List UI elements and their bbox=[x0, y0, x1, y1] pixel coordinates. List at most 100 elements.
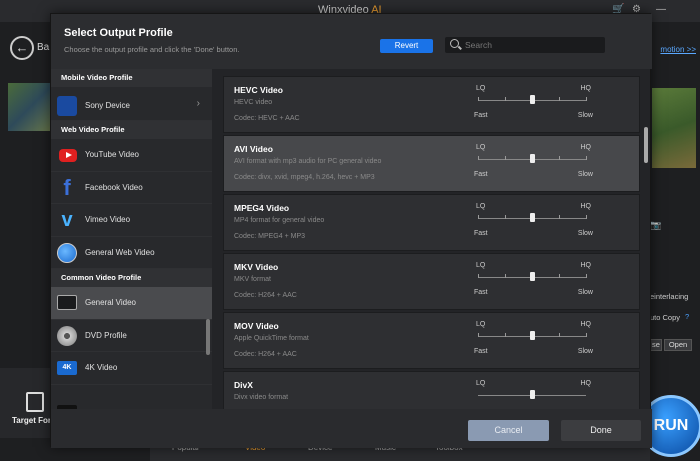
slider-tick bbox=[478, 274, 479, 278]
quality-speed-slider[interactable]: LQ HQ Fast Slow bbox=[474, 262, 593, 302]
hq-label: HQ bbox=[580, 321, 592, 328]
dialog-header: Select Output Profile Choose the output … bbox=[51, 14, 652, 69]
section-header-common: Common Video Profile bbox=[51, 269, 212, 287]
lq-label: LQ bbox=[476, 262, 486, 269]
slider-tick bbox=[586, 333, 587, 337]
profile-name: HEVC Video bbox=[234, 85, 283, 95]
hq-label: HQ bbox=[580, 380, 592, 387]
sidebar-item-general-video[interactable]: General Video bbox=[51, 287, 212, 320]
monitor-icon bbox=[57, 295, 77, 310]
slider-tick bbox=[586, 156, 587, 160]
profile-row[interactable]: MOV Video Apple QuickTime format Codec: H2… bbox=[223, 312, 640, 369]
slow-label: Slow bbox=[577, 230, 593, 237]
sidebar-item-general-web[interactable]: General Web Video bbox=[51, 237, 212, 269]
playstation-icon bbox=[57, 96, 77, 116]
quality-speed-slider[interactable]: LQ HQ bbox=[476, 380, 591, 409]
vimeo-icon: v bbox=[61, 209, 73, 231]
section-header-web: Web Video Profile bbox=[51, 121, 212, 139]
lq-label: LQ bbox=[476, 380, 486, 387]
back-arrow-icon[interactable]: ← bbox=[10, 36, 34, 60]
help-icon[interactable]: ? bbox=[685, 312, 689, 321]
hq-label: HQ bbox=[580, 203, 592, 210]
dialog-subtitle: Choose the output profile and click the … bbox=[64, 45, 240, 54]
sidebar-item-sony-device[interactable]: Sony Device › bbox=[51, 87, 212, 121]
profile-codec: Codec: MPEG4 + MP3 bbox=[234, 233, 306, 240]
slider-knob[interactable] bbox=[529, 272, 535, 281]
profile-row[interactable]: HEVC Video HEVC video Codec: HEVC + AAC LQ H… bbox=[223, 76, 640, 133]
slider-knob[interactable] bbox=[529, 95, 535, 104]
slider-tick bbox=[505, 274, 506, 278]
hq-label: HQ bbox=[580, 144, 592, 151]
lq-label: LQ bbox=[476, 85, 486, 92]
fast-label: Fast bbox=[474, 289, 488, 296]
video-thumbnail-left bbox=[8, 83, 53, 131]
slider-knob[interactable] bbox=[529, 331, 535, 340]
slider-knob[interactable] bbox=[529, 390, 535, 399]
dialog-title: Select Output Profile bbox=[64, 27, 173, 39]
profile-row[interactable]: AVI Video AVI format with mp3 audio for P… bbox=[223, 135, 640, 192]
globe-icon bbox=[57, 242, 77, 263]
profile-description: MP4 format for general video bbox=[234, 217, 325, 224]
open-button[interactable]: Open bbox=[664, 339, 692, 351]
chevron-right-icon: › bbox=[196, 98, 200, 109]
lq-label: LQ bbox=[476, 321, 486, 328]
slider-tick bbox=[559, 156, 560, 160]
auto-copy-label: uto Copy bbox=[650, 313, 681, 322]
slow-label: Slow bbox=[577, 112, 593, 119]
slider-tick bbox=[559, 274, 560, 278]
camera-icon[interactable]: 📷 bbox=[650, 220, 661, 231]
profile-codec: Codec: H264 + AAC bbox=[234, 351, 297, 358]
profile-name: DivX bbox=[234, 380, 253, 390]
youtube-icon bbox=[59, 149, 77, 162]
sidebar-item-dvd[interactable]: DVD Profile bbox=[51, 320, 212, 352]
dialog-footer: Cancel Done bbox=[51, 409, 652, 448]
quality-speed-slider[interactable]: LQ HQ Fast Slow bbox=[474, 321, 593, 361]
sidebar-scrollbar[interactable] bbox=[206, 319, 210, 355]
search-icon bbox=[450, 39, 459, 48]
quality-speed-slider[interactable]: LQ HQ Fast Slow bbox=[474, 203, 593, 243]
hq-label: HQ bbox=[580, 262, 592, 269]
cancel-button[interactable]: Cancel bbox=[468, 420, 549, 441]
search-input[interactable] bbox=[465, 38, 600, 52]
fast-label: Fast bbox=[474, 112, 488, 119]
profile-row[interactable]: MPEG4 Video MP4 format for general video C… bbox=[223, 194, 640, 251]
profile-list-scrollbar[interactable] bbox=[644, 127, 648, 163]
4k-icon: 4K bbox=[57, 361, 77, 375]
sidebar-item-4k[interactable]: 4K 4K Video bbox=[51, 352, 212, 385]
deinterlacing-label: einterlacing bbox=[650, 292, 689, 301]
sidebar-item-partial[interactable] bbox=[51, 385, 212, 409]
slider-tick bbox=[505, 215, 506, 219]
profile-name: MKV Video bbox=[234, 262, 279, 272]
lq-label: LQ bbox=[476, 144, 486, 151]
slow-label: Slow bbox=[577, 348, 593, 355]
revert-button[interactable]: Revert bbox=[380, 39, 433, 53]
slow-label: Slow bbox=[577, 171, 593, 178]
slider-tick bbox=[559, 333, 560, 337]
quality-speed-slider[interactable]: LQ HQ Fast Slow bbox=[474, 144, 593, 184]
slider-tick bbox=[559, 215, 560, 219]
slider-knob[interactable] bbox=[529, 154, 535, 163]
browse-button[interactable]: se bbox=[650, 339, 662, 351]
section-header-mobile: Mobile Video Profile bbox=[51, 69, 212, 87]
facebook-icon: f bbox=[63, 174, 71, 200]
slider-tick bbox=[478, 333, 479, 337]
done-button[interactable]: Done bbox=[561, 420, 641, 441]
profile-codec: Codec: HEVC + AAC bbox=[234, 115, 300, 122]
target-format-icon bbox=[26, 392, 44, 412]
slider-tick bbox=[586, 215, 587, 219]
sidebar-item-vimeo[interactable]: v Vimeo Video bbox=[51, 204, 212, 237]
profile-row[interactable]: MKV Video MKV format Codec: H264 + AAC LQ HQ… bbox=[223, 253, 640, 310]
quality-speed-slider[interactable]: LQ HQ Fast Slow bbox=[474, 85, 593, 125]
profile-codec: Codec: H264 + AAC bbox=[234, 292, 297, 299]
minimize-icon[interactable]: — bbox=[656, 4, 666, 15]
promotion-link[interactable]: motion >> bbox=[660, 45, 696, 54]
slider-tick bbox=[505, 97, 506, 101]
sidebar-item-youtube[interactable]: YouTube Video bbox=[51, 139, 212, 172]
profile-row[interactable]: DivX Divx video format LQ HQ bbox=[223, 371, 640, 409]
back-label: Ba bbox=[37, 42, 50, 53]
profile-description: MKV format bbox=[234, 276, 271, 283]
sidebar-item-facebook[interactable]: f Facebook Video bbox=[51, 172, 212, 204]
target-format-panel[interactable]: Target For bbox=[0, 368, 51, 438]
slow-label: Slow bbox=[577, 289, 593, 296]
slider-knob[interactable] bbox=[529, 213, 535, 222]
